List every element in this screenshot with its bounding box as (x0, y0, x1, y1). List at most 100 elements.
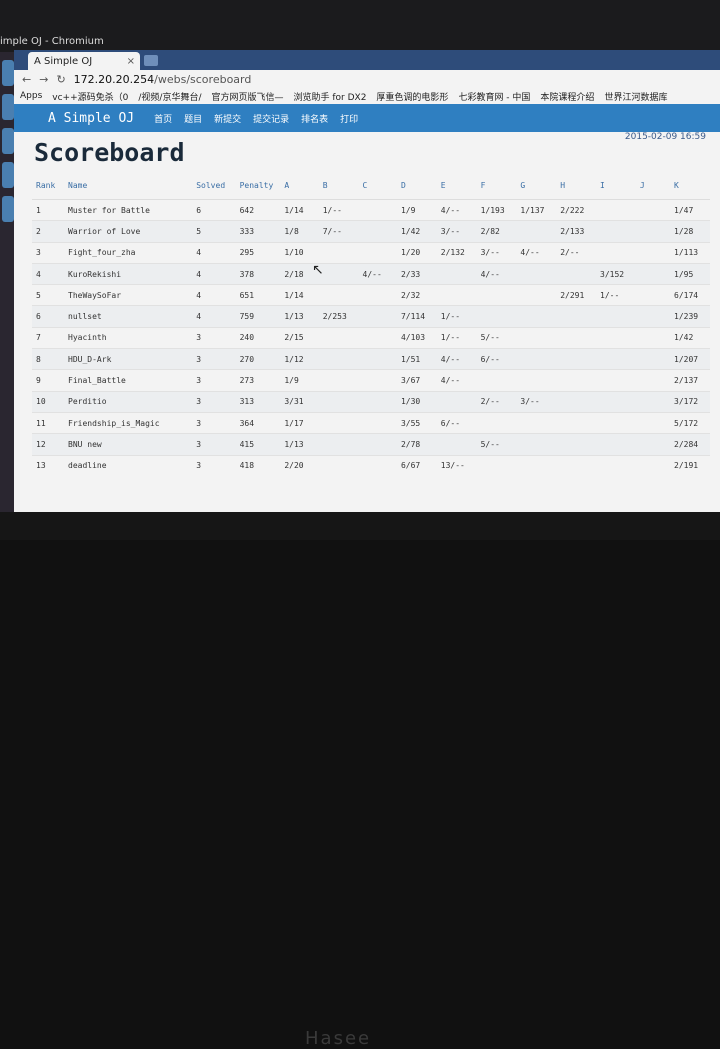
address-bar[interactable]: 172.20.20.254/webs/scoreboard (74, 73, 252, 86)
launcher-icon[interactable] (2, 94, 14, 120)
col-name[interactable]: Name (64, 171, 193, 200)
launcher-icon[interactable] (2, 196, 14, 222)
launcher-icon[interactable] (2, 162, 14, 188)
score-cell: 4 (192, 284, 236, 306)
site-brand[interactable]: A Simple OJ (48, 111, 134, 126)
close-icon[interactable]: × (127, 56, 135, 67)
bookmark-item[interactable]: 本院课程介绍 (540, 90, 594, 103)
col-problem-e[interactable]: E (436, 171, 477, 200)
bookmark-item[interactable]: /视频/京华舞台/ (138, 90, 201, 103)
score-cell (318, 326, 359, 349)
bookmark-item[interactable]: 官方网页版飞信— (211, 90, 283, 103)
col-problem-b[interactable]: B (318, 171, 359, 200)
score-cell: 2/-- (476, 390, 517, 413)
bookmark-item[interactable]: 世界江河数据库 (604, 90, 667, 103)
score-cell: 642 (235, 198, 281, 221)
team-name-cell[interactable]: Muster for Battle (64, 198, 193, 221)
score-cell: 4/-- (436, 198, 477, 221)
team-name-cell[interactable]: Perditio (64, 390, 193, 413)
team-name-cell[interactable]: KuroRekishi (64, 262, 193, 285)
team-name-cell[interactable]: nullset (64, 305, 193, 328)
launcher-icon[interactable] (2, 128, 14, 154)
forward-icon[interactable]: → (39, 73, 48, 86)
team-name-cell[interactable]: HDU_D-Ark (64, 348, 193, 370)
score-cell: 1/51 (396, 348, 437, 370)
nav-problems[interactable]: 题目 (184, 112, 202, 125)
launcher-icon[interactable] (2, 60, 14, 86)
score-cell (476, 369, 517, 392)
score-cell (476, 284, 517, 306)
tab-strip: A Simple OJ × (14, 50, 720, 70)
score-cell: 5 (192, 220, 236, 243)
team-name-cell[interactable]: Hyacinth (64, 326, 193, 349)
tab-scoreboard[interactable]: A Simple OJ × (28, 52, 140, 70)
bookmark-apps[interactable]: Apps (20, 91, 42, 101)
col-problem-j[interactable]: J (635, 171, 671, 200)
team-name-cell[interactable]: Friendship_is_Magic (64, 411, 193, 434)
score-cell (358, 390, 397, 413)
col-problem-d[interactable]: D (396, 171, 437, 200)
score-cell: 4/-- (436, 348, 477, 370)
col-problem-i[interactable]: I (596, 171, 636, 200)
score-cell: 1/239 (670, 305, 710, 328)
score-cell: 7/-- (318, 220, 359, 243)
score-cell: 3/-- (476, 241, 517, 264)
bookmark-item[interactable]: 厚重色调的电影形 (376, 90, 448, 103)
table-row: 12 BNU new 3 415 1/13 2/78 5/-- 2/284 (32, 433, 710, 456)
table-row: 1 Muster for Battle 6 642 1/14 1/-- 1/9 4/-- 1/1… (32, 198, 710, 221)
team-name-cell[interactable]: Fight_four_zha (64, 241, 193, 264)
score-cell: 3 (192, 326, 236, 349)
col-problem-h[interactable]: H (556, 171, 597, 200)
score-cell (556, 433, 597, 456)
nav-submit[interactable]: 新提交 (214, 112, 241, 125)
team-name-cell[interactable]: Final_Battle (64, 369, 193, 392)
score-cell (358, 433, 397, 456)
team-name-cell[interactable]: TheWaySoFar (64, 284, 193, 306)
score-cell: 5/-- (476, 433, 517, 456)
team-name-cell[interactable]: Warrior of Love (64, 220, 193, 243)
team-name-cell[interactable]: BNU new (64, 433, 193, 456)
col-problem-f[interactable]: F (476, 171, 517, 200)
score-cell: 364 (235, 411, 281, 434)
nav-home[interactable]: 首页 (154, 112, 172, 125)
new-tab-button[interactable] (144, 55, 158, 66)
col-penalty[interactable]: Penalty (235, 171, 281, 200)
score-cell (318, 284, 359, 306)
nav-print[interactable]: 打印 (340, 112, 358, 125)
col-solved[interactable]: Solved (192, 171, 236, 200)
nav-ranklist[interactable]: 排名表 (301, 112, 328, 125)
score-cell: 651 (235, 284, 281, 306)
score-cell: 1/-- (596, 284, 636, 306)
col-problem-c[interactable]: C (358, 171, 397, 200)
nav-submissions[interactable]: 提交记录 (253, 112, 289, 125)
bookmark-item[interactable]: vc++源码免杀（0 (52, 90, 128, 103)
score-cell: 759 (235, 305, 281, 328)
score-cell: 2/15 (280, 326, 319, 349)
col-problem-k[interactable]: K (670, 171, 710, 200)
scoreboard-table: Rank Name Solved Penalty A B C D E F G H… (32, 171, 710, 476)
oj-navbar: A Simple OJ 首页 题目 新提交 提交记录 排名表 打印 (14, 104, 720, 132)
score-cell: 2/291 (556, 284, 597, 306)
bookmark-item[interactable]: 七彩教育网 - 中国 (458, 90, 530, 103)
reload-icon[interactable]: ↻ (56, 73, 65, 86)
score-cell (516, 454, 557, 476)
col-rank[interactable]: Rank (32, 171, 65, 200)
score-cell (358, 326, 397, 349)
score-cell: 1/-- (436, 305, 477, 328)
score-cell: 3/172 (670, 390, 710, 413)
back-icon[interactable]: ← (22, 73, 31, 86)
score-cell: 418 (235, 454, 281, 476)
laptop-brand: Hasee (305, 1028, 372, 1049)
score-cell (635, 262, 671, 285)
mouse-cursor-icon: ↖ (312, 262, 324, 278)
score-cell (516, 369, 557, 392)
score-cell (436, 433, 477, 456)
col-problem-g[interactable]: G (516, 171, 557, 200)
score-cell: 3/-- (516, 390, 557, 413)
team-name-cell[interactable]: deadline (64, 454, 193, 476)
score-cell: 4/103 (396, 326, 437, 349)
bookmark-item[interactable]: 浏览助手 for DX2 (294, 90, 367, 103)
col-problem-a[interactable]: A (280, 171, 319, 200)
score-cell: 3 (192, 411, 236, 434)
score-cell (358, 411, 397, 434)
